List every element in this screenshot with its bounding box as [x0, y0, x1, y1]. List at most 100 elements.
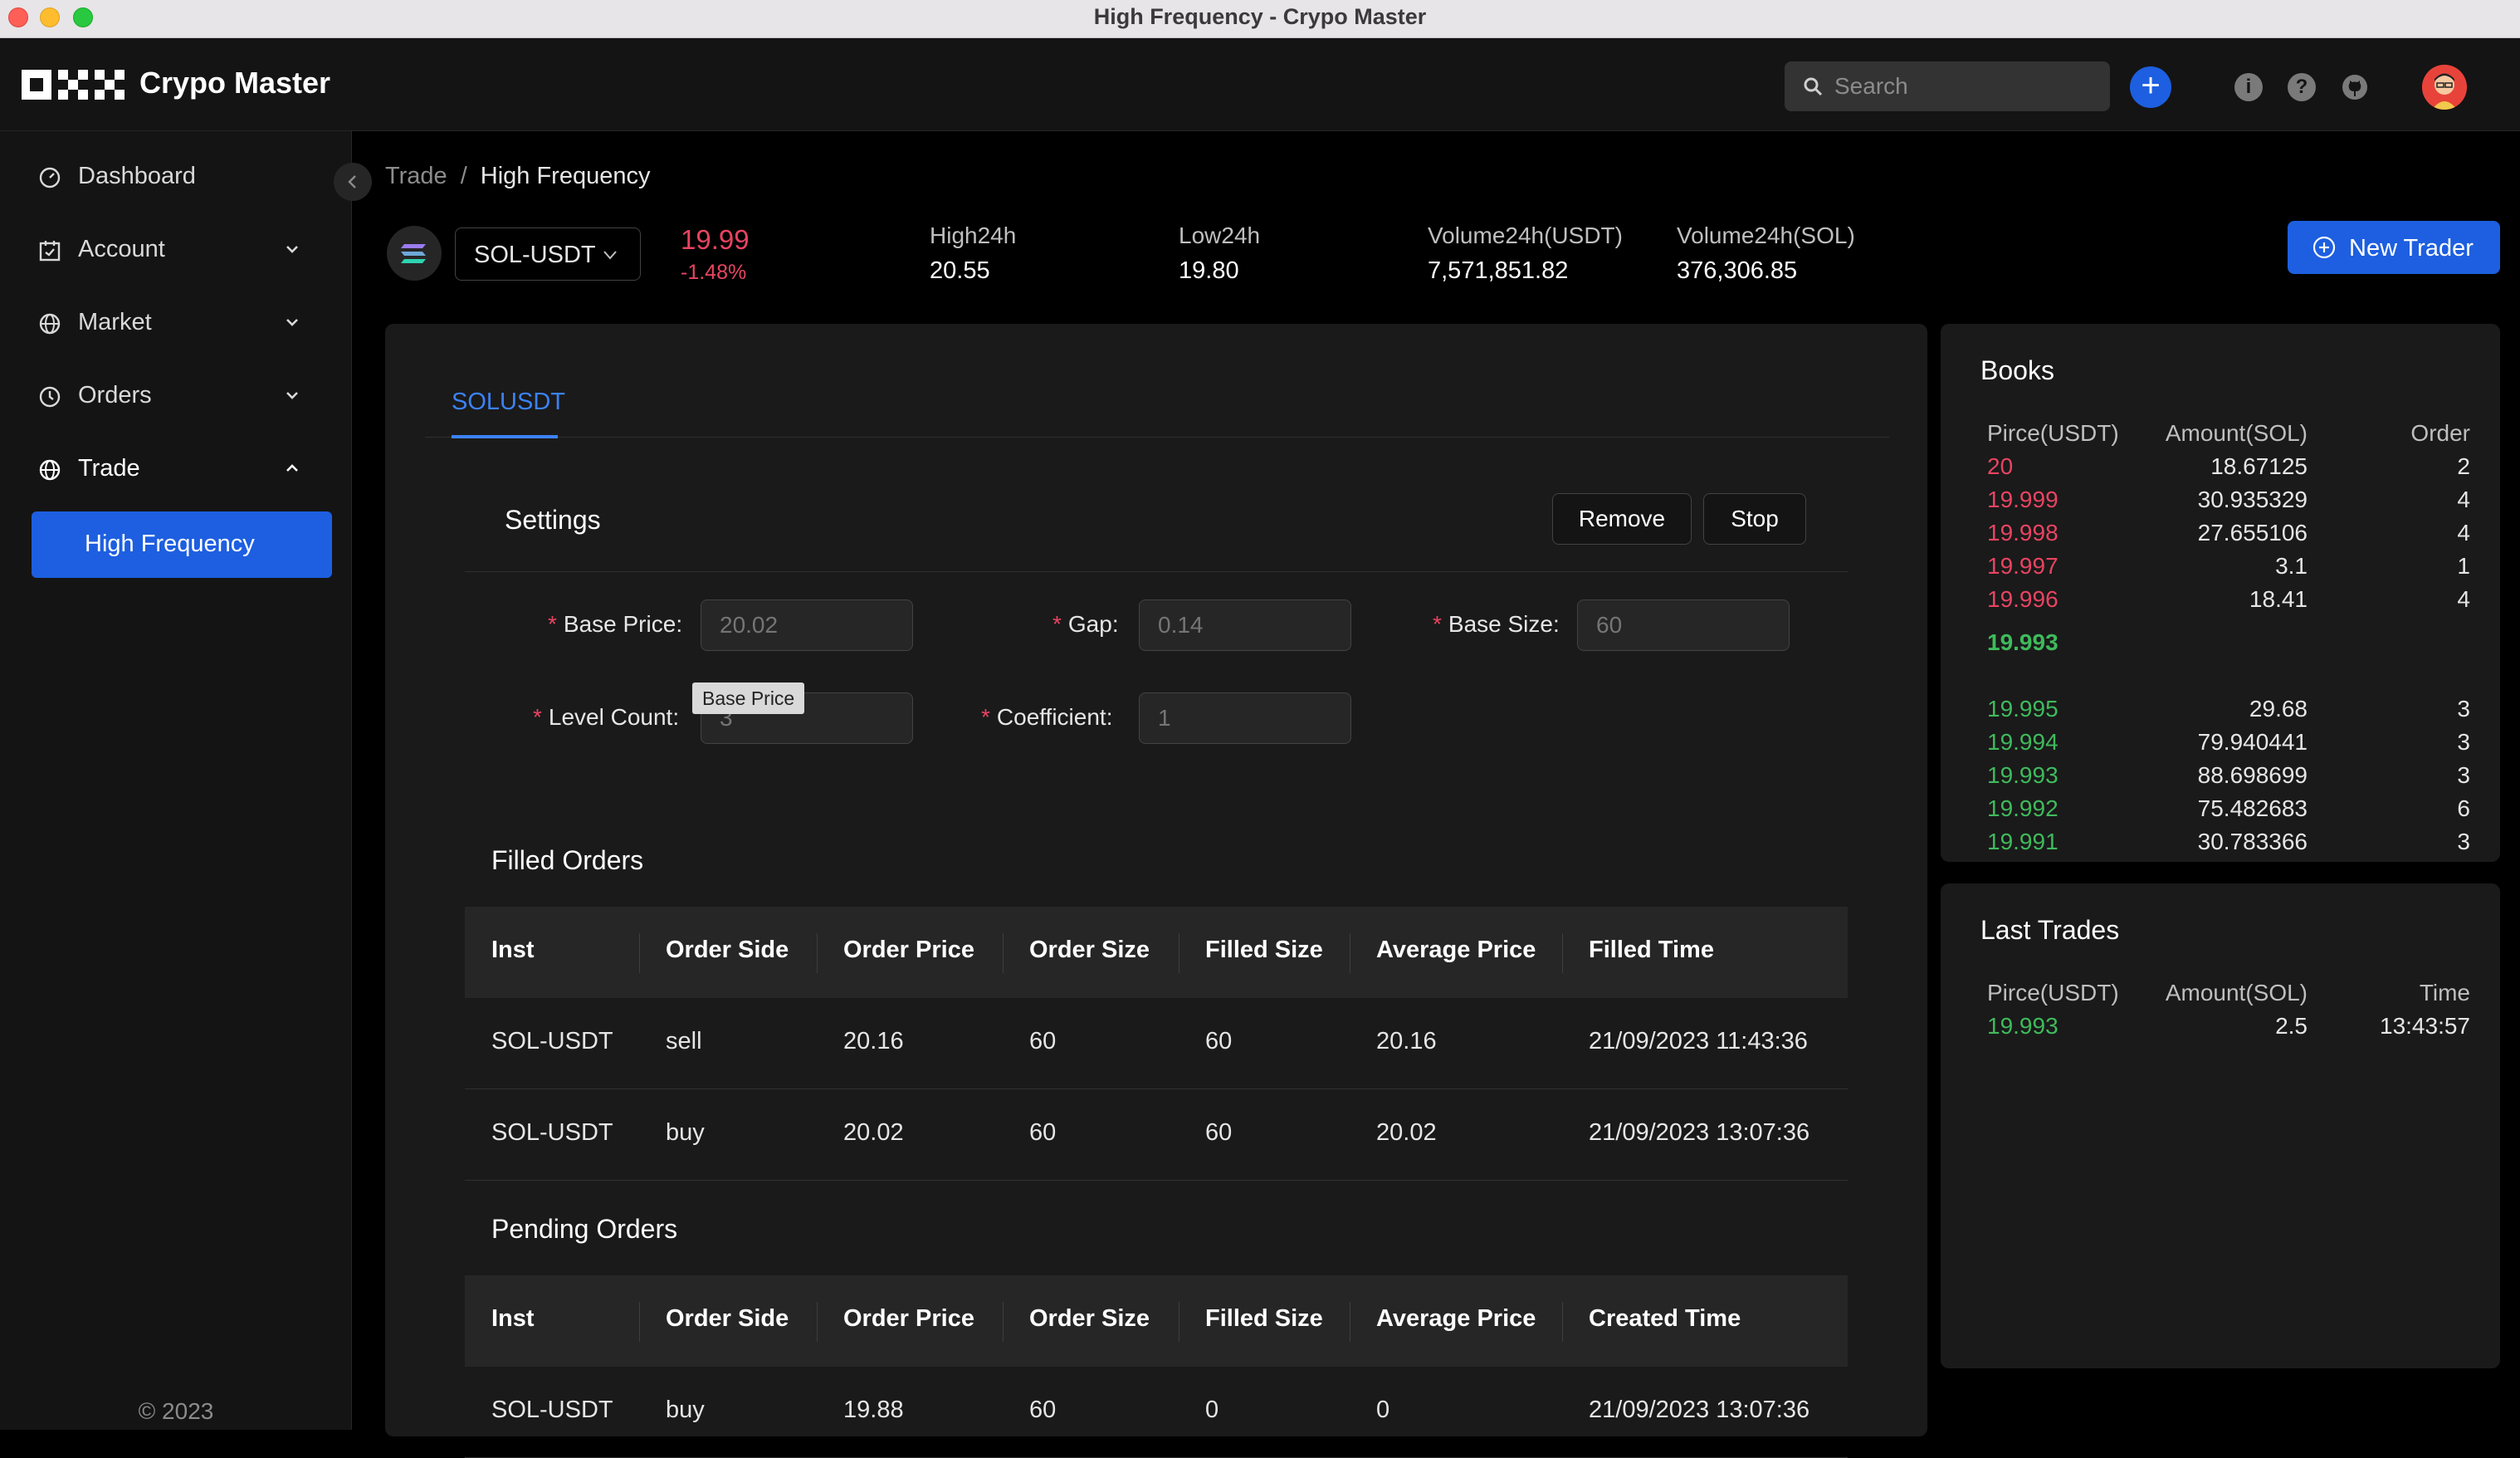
- clock-icon: [39, 386, 61, 408]
- add-icon[interactable]: +: [2130, 66, 2171, 108]
- pending-orders-table: Inst Order Side Order Price Order Size F…: [465, 1275, 1848, 1458]
- cell-filled-size: 60: [1205, 1119, 1233, 1146]
- book-order-count: 3: [2457, 696, 2470, 722]
- field-label: Base Size: [1448, 611, 1553, 637]
- window-titlebar: High Frequency - Crypo Master: [0, 0, 2520, 38]
- dashboard-icon: [39, 167, 61, 188]
- base-price-input[interactable]: [701, 599, 913, 651]
- column-header: Order: [2410, 420, 2470, 446]
- order-book-panel: Books Pirce(USDT) Amount(SOL) Order 20 18…: [1941, 324, 2500, 862]
- tab-solusdt[interactable]: SOLUSDT: [452, 389, 565, 416]
- required-mark: *: [981, 704, 990, 730]
- coefficient-input[interactable]: [1139, 692, 1351, 744]
- sidebar-item-account[interactable]: Account: [0, 221, 352, 279]
- book-order-count: 1: [2457, 553, 2470, 579]
- stat-low24h: Low24h 19.80: [1179, 223, 1260, 285]
- filled-orders-table: Inst Order Side Order Price Order Size F…: [465, 907, 1848, 1181]
- search-input[interactable]: [1833, 61, 2098, 111]
- sidebar-item-label: Account: [78, 236, 165, 262]
- table-row: SOL-USDT buy 19.88 60 0 0 21/09/2023 13:…: [465, 1367, 1848, 1458]
- column-header: Order Size: [1029, 937, 1150, 963]
- window-title: High Frequency - Crypo Master: [1093, 4, 1427, 29]
- filled-orders-title: Filled Orders: [491, 845, 644, 875]
- pair-select-value: SOL-USDT: [474, 242, 596, 268]
- last-price: 19.99: [681, 224, 750, 255]
- field-label: Base Price: [563, 611, 676, 637]
- app-header: Crypo Master + i ?: [0, 38, 2520, 131]
- breadcrumb-separator: /: [460, 163, 467, 189]
- column-header: Filled Size: [1205, 937, 1323, 963]
- table-header: Inst Order Side Order Price Order Size F…: [465, 907, 1848, 998]
- gap-input[interactable]: [1139, 599, 1351, 651]
- column-header: Order Side: [666, 937, 789, 963]
- table-header: Inst Order Side Order Price Order Size F…: [465, 1275, 1848, 1367]
- book-order-count: 2: [2457, 453, 2470, 479]
- plus-circle-icon: [2312, 236, 2336, 259]
- help-icon[interactable]: ?: [2288, 73, 2316, 101]
- book-order-count: 4: [2457, 586, 2470, 612]
- tab-active-indicator: [452, 435, 558, 438]
- settings-divider: [465, 571, 1848, 572]
- chevron-left-icon: [348, 175, 356, 188]
- new-trader-button[interactable]: New Trader: [2288, 221, 2500, 274]
- required-mark: *: [548, 611, 557, 637]
- cell-average-price: 0: [1376, 1397, 1390, 1423]
- cell-inst: SOL-USDT: [491, 1397, 613, 1423]
- info-icon[interactable]: i: [2234, 73, 2263, 101]
- chevron-down-icon: [286, 392, 298, 399]
- chevron-down-icon: [286, 246, 298, 253]
- sidebar-item-dashboard[interactable]: Dashboard: [0, 148, 352, 206]
- breadcrumb-trade[interactable]: Trade: [385, 163, 447, 189]
- search-icon: [1804, 77, 1823, 96]
- gap-label: * Gap:: [1052, 611, 1119, 638]
- remove-button[interactable]: Remove: [1552, 493, 1692, 545]
- breadcrumb: Trade / High Frequency: [385, 163, 650, 190]
- sidebar-item-label: Trade: [78, 455, 140, 482]
- copyright: © 2023: [138, 1398, 214, 1424]
- field-label: Coefficient: [996, 704, 1106, 730]
- column-header: Inst: [491, 1305, 535, 1332]
- cell-created-time: 21/09/2023 13:07:36: [1589, 1397, 1810, 1423]
- sidebar-item-label: Dashboard: [78, 163, 196, 189]
- sidebar-item-orders[interactable]: Orders: [0, 367, 352, 425]
- trade-time: 13:43:57: [2380, 1013, 2470, 1039]
- books-title: Books: [1980, 355, 2054, 385]
- book-order-count: 3: [2457, 729, 2470, 755]
- avatar[interactable]: [2422, 65, 2467, 110]
- cell-average-price: 20.02: [1376, 1119, 1437, 1146]
- column-separator: [639, 1302, 640, 1342]
- cell-side: buy: [666, 1119, 705, 1146]
- base-size-input[interactable]: [1577, 599, 1790, 651]
- column-header: Order Size: [1029, 1305, 1150, 1332]
- price-change: -1.48%: [681, 261, 747, 284]
- field-colon: :: [676, 611, 683, 637]
- column-separator: [1003, 1302, 1004, 1342]
- column-separator: [639, 933, 640, 973]
- cell-order-size: 60: [1029, 1119, 1057, 1146]
- coefficient-label: * Coefficient:: [981, 704, 1112, 731]
- pair-select[interactable]: SOL-USDT: [455, 228, 641, 281]
- cell-order-price: 19.88: [843, 1397, 904, 1423]
- app-name: Crypo Master: [139, 66, 331, 100]
- search-box[interactable]: [1785, 61, 2110, 111]
- cell-filled-size: 0: [1205, 1397, 1219, 1423]
- cell-order-price: 20.16: [843, 1028, 904, 1054]
- collapse-sidebar-button[interactable]: [334, 163, 372, 201]
- column-separator: [1562, 1302, 1563, 1342]
- stop-button[interactable]: Stop: [1703, 493, 1806, 545]
- sidebar-item-market[interactable]: Market: [0, 294, 352, 352]
- stat-label: Low24h: [1179, 223, 1261, 248]
- github-icon[interactable]: [2341, 73, 2369, 101]
- stat-volume-sol: Volume24h(SOL) 376,306.85: [1677, 223, 1855, 285]
- stat-value: 376,306.85: [1677, 257, 1798, 284]
- cell-filled-size: 60: [1205, 1028, 1233, 1054]
- base-price-label: * Base Price:: [548, 611, 682, 638]
- field-colon: :: [672, 704, 680, 730]
- sidebar-subitem-high-frequency[interactable]: High Frequency: [32, 511, 332, 578]
- sidebar-subitem-label: High Frequency: [85, 531, 255, 557]
- column-header: Created Time: [1589, 1305, 1741, 1332]
- settings-title: Settings: [505, 505, 601, 535]
- sidebar: Dashboard Account Market Orders Trade Hi…: [0, 131, 352, 1430]
- sidebar-item-trade[interactable]: Trade: [0, 440, 352, 498]
- field-label: Gap: [1067, 611, 1112, 637]
